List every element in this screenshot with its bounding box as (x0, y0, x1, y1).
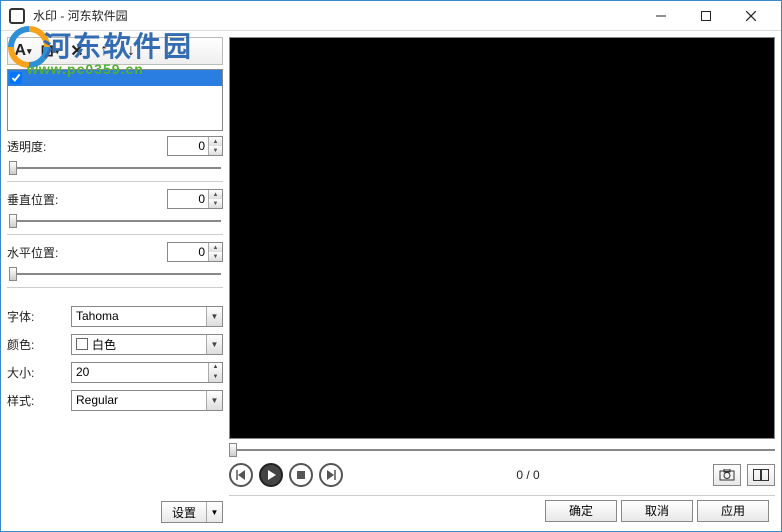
hpos-slider[interactable] (9, 273, 221, 275)
compare-button[interactable] (747, 464, 775, 486)
chevron-down-icon[interactable]: ▼ (206, 335, 222, 354)
right-panel: 0 / 0 确定 取消 应用 (229, 37, 775, 525)
color-combo[interactable]: 白色 ▼ (71, 334, 223, 355)
opacity-value[interactable]: 0 (168, 137, 208, 155)
frame-counter: 0 / 0 (349, 468, 707, 482)
maximize-button[interactable] (683, 2, 728, 30)
style-combo[interactable]: Regular ▼ (71, 390, 223, 411)
next-frame-button[interactable] (319, 463, 343, 487)
opacity-spinner[interactable]: 0 ▲▼ (167, 136, 223, 156)
watermark-list[interactable] (7, 69, 223, 131)
spin-up-icon[interactable]: ▲ (209, 243, 222, 252)
content-area: A▾ ⊡▾ ✕ ↑ ↓ 透明度: 0 ▲▼ 垂直位置: 0 ▲▼ (1, 31, 781, 531)
close-button[interactable] (728, 2, 773, 30)
prev-frame-button[interactable] (229, 463, 253, 487)
vpos-spinner[interactable]: 0 ▲▼ (167, 189, 223, 209)
hpos-spinner[interactable]: 0 ▲▼ (167, 242, 223, 262)
spin-down-icon[interactable]: ▼ (209, 146, 222, 155)
vpos-slider[interactable] (9, 220, 221, 222)
preview-area (229, 37, 775, 439)
timeline-slider[interactable] (229, 449, 775, 451)
separator (7, 234, 223, 235)
watermark-text: 河东软件园 (43, 25, 193, 65)
font-value: Tahoma (72, 309, 206, 323)
separator (7, 181, 223, 182)
app-icon (9, 8, 25, 24)
hpos-value[interactable]: 0 (168, 243, 208, 261)
font-combo[interactable]: Tahoma ▼ (71, 306, 223, 327)
snapshot-button[interactable] (713, 464, 741, 486)
opacity-label: 透明度: (7, 138, 46, 155)
style-value: Regular (72, 393, 206, 407)
color-value: 白色 (72, 336, 206, 353)
vpos-value[interactable]: 0 (168, 190, 208, 208)
hpos-label: 水平位置: (7, 244, 58, 261)
slider-thumb[interactable] (9, 267, 17, 281)
settings-label: 设置 (162, 504, 206, 521)
size-combo[interactable]: 20 ▲▼ (71, 362, 223, 383)
minimize-button[interactable] (638, 2, 683, 30)
chevron-down-icon[interactable]: ▼ (206, 307, 222, 326)
cancel-button[interactable]: 取消 (621, 500, 693, 522)
window-title: 水印 - 河东软件园 (33, 7, 638, 24)
apply-button[interactable]: 应用 (697, 500, 769, 522)
size-row: 大小: 20 ▲▼ (7, 360, 223, 384)
style-label: 样式: (7, 392, 67, 409)
opacity-slider[interactable] (9, 167, 221, 169)
style-row: 样式: Regular ▼ (7, 388, 223, 412)
left-panel: A▾ ⊡▾ ✕ ↑ ↓ 透明度: 0 ▲▼ 垂直位置: 0 ▲▼ (7, 37, 223, 525)
color-label: 颜色: (7, 336, 67, 353)
slider-thumb[interactable] (229, 443, 237, 457)
slider-thumb[interactable] (9, 161, 17, 175)
separator (7, 287, 223, 288)
vpos-row: 垂直位置: 0 ▲▼ (7, 188, 223, 210)
opacity-row: 透明度: 0 ▲▼ (7, 135, 223, 157)
chevron-down-icon[interactable]: ▼ (206, 391, 222, 410)
hpos-row: 水平位置: 0 ▲▼ (7, 241, 223, 263)
stop-button[interactable] (289, 463, 313, 487)
spin-up-icon[interactable]: ▲ (209, 137, 222, 146)
color-row: 颜色: 白色 ▼ (7, 332, 223, 356)
vpos-slider-row (7, 214, 223, 228)
size-value: 20 (72, 365, 208, 379)
size-label: 大小: (7, 364, 67, 381)
settings-row: 设置 ▼ (7, 501, 223, 525)
ok-button[interactable]: 确定 (545, 500, 617, 522)
player-controls: 0 / 0 (229, 461, 775, 489)
spin-down-icon[interactable]: ▼ (209, 199, 222, 208)
play-button[interactable] (259, 463, 283, 487)
vpos-label: 垂直位置: (7, 191, 58, 208)
timeline-row (229, 443, 775, 457)
watermark-overlay: 河东软件园 www.pc0359.cn (3, 25, 193, 77)
spin-up-icon[interactable]: ▲ (209, 190, 222, 199)
hpos-slider-row (7, 267, 223, 281)
font-row: 字体: Tahoma ▼ (7, 304, 223, 328)
chevron-down-icon[interactable]: ▼ (206, 502, 222, 522)
dialog-footer: 确定 取消 应用 (229, 495, 775, 525)
color-swatch (76, 338, 88, 350)
settings-button[interactable]: 设置 ▼ (161, 501, 223, 523)
size-spinner[interactable]: ▲▼ (208, 363, 222, 382)
spin-down-icon[interactable]: ▼ (209, 252, 222, 261)
font-label: 字体: (7, 308, 67, 325)
slider-thumb[interactable] (9, 214, 17, 228)
opacity-slider-row (7, 161, 223, 175)
